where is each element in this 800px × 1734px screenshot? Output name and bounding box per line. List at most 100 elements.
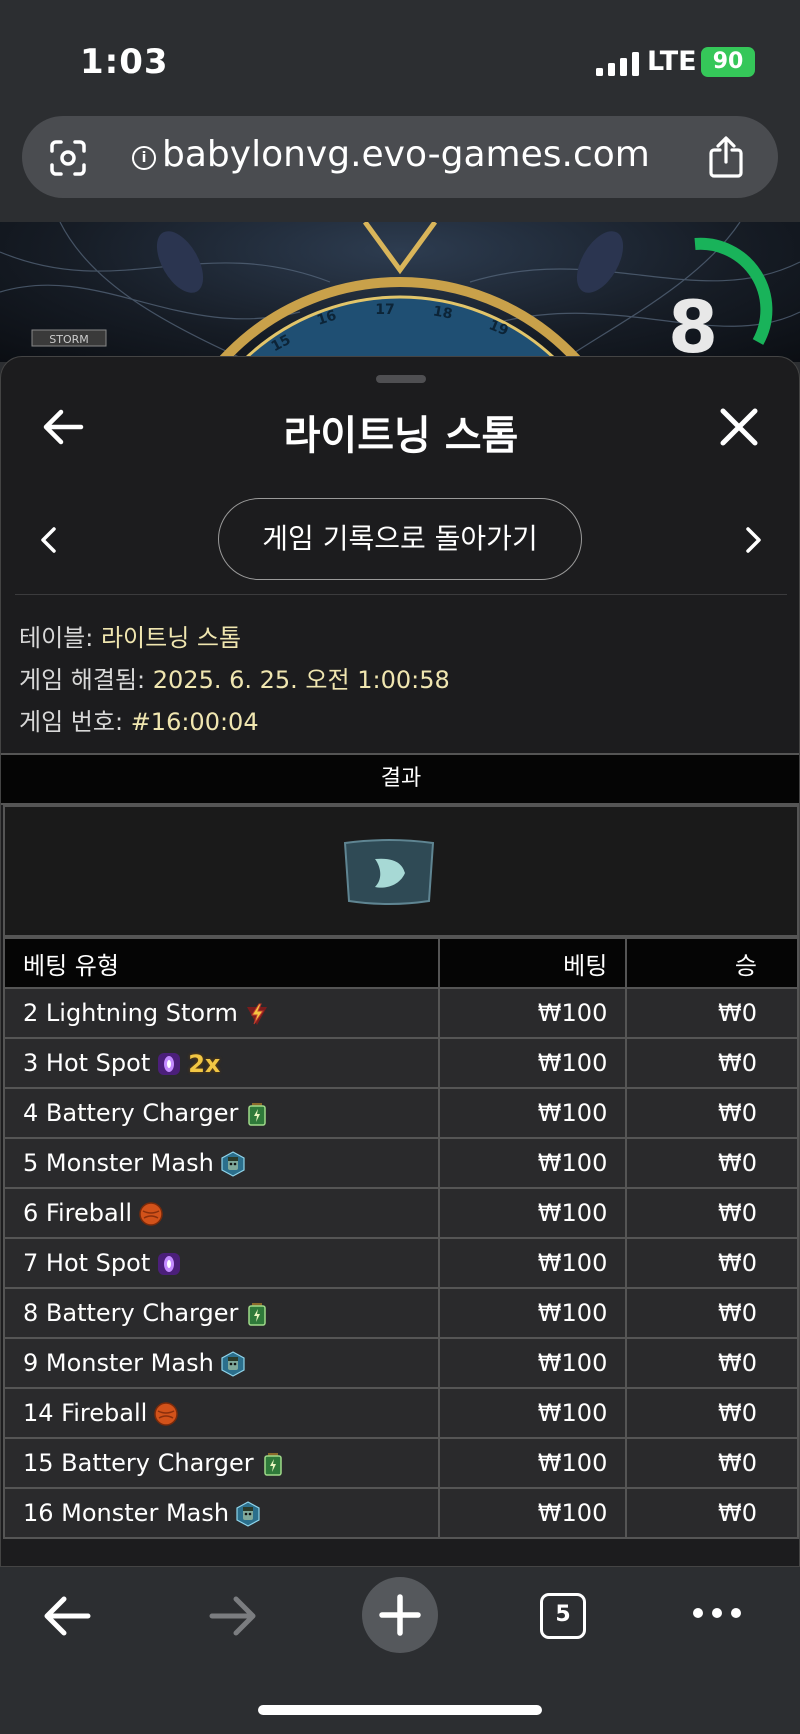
signal-icon bbox=[596, 52, 639, 76]
monster-icon bbox=[221, 1351, 245, 1377]
address-bar[interactable]: i babylonvg.evo-games.com bbox=[22, 116, 778, 198]
table-row: 6 Fireball ₩100 ₩0 bbox=[3, 1187, 799, 1239]
column-bet: 베팅 bbox=[437, 937, 628, 989]
game-history-sheet: 라이트닝 스톰 게임 기록으로 돌아가기 테이블: 라이트닝 스톰 게임 해결됨… bbox=[0, 356, 800, 1576]
bet-amount: ₩100 bbox=[437, 1487, 628, 1539]
bet-type: 3 Hot Spot bbox=[23, 1048, 151, 1077]
bet-amount: ₩100 bbox=[437, 1137, 628, 1189]
svg-text:18: 18 bbox=[432, 303, 454, 322]
bets-table: 베팅 유형 베팅 승 2 Lightning Storm ₩100 ₩0 3 H… bbox=[3, 937, 799, 1539]
svg-text:17: 17 bbox=[375, 302, 394, 318]
bet-type: 7 Hot Spot bbox=[23, 1249, 151, 1277]
win-amount: ₩0 bbox=[625, 1437, 799, 1489]
back-to-history-button[interactable]: 게임 기록으로 돌아가기 bbox=[218, 498, 582, 580]
battery-icon bbox=[248, 1103, 267, 1126]
sheet-drag-handle[interactable] bbox=[376, 375, 426, 383]
win-amount: ₩0 bbox=[625, 1287, 799, 1339]
resolved-value: 2025. 6. 25. 오전 1:00:58 bbox=[152, 666, 450, 694]
bet-amount: ₩100 bbox=[437, 1387, 628, 1439]
win-amount: ₩0 bbox=[625, 1187, 799, 1239]
share-icon[interactable] bbox=[708, 136, 744, 178]
plus-icon bbox=[379, 1594, 421, 1636]
browser-toolbar: 5 bbox=[0, 1566, 800, 1734]
table-row: 9 Monster Mash ₩100 ₩0 bbox=[3, 1337, 799, 1389]
game-number-value: #16:00:04 bbox=[130, 708, 259, 736]
win-amount: ₩0 bbox=[625, 1237, 799, 1289]
win-amount: ₩0 bbox=[625, 1087, 799, 1139]
network-type: LTE bbox=[647, 46, 697, 77]
table-row: 7 Hot Spot ₩100 ₩0 bbox=[3, 1237, 799, 1289]
monster-icon bbox=[236, 1501, 260, 1527]
battery-icon bbox=[263, 1453, 282, 1476]
win-amount: ₩0 bbox=[625, 1137, 799, 1189]
camera-search-icon[interactable] bbox=[48, 138, 88, 178]
bet-type: 16 Monster Mash bbox=[23, 1499, 230, 1527]
win-amount: ₩0 bbox=[625, 1487, 799, 1539]
tab-switcher-button[interactable]: 5 bbox=[540, 1593, 586, 1639]
browser-forward-icon[interactable] bbox=[208, 1593, 258, 1639]
resolved-label: 게임 해결됨: bbox=[19, 666, 146, 694]
bet-amount: ₩100 bbox=[437, 1437, 628, 1489]
close-icon[interactable] bbox=[717, 405, 761, 449]
site-info-icon[interactable]: i bbox=[132, 146, 156, 170]
status-time: 1:03 bbox=[80, 42, 169, 82]
bet-amount: ₩100 bbox=[437, 1037, 628, 1089]
result-symbol-icon bbox=[343, 839, 435, 905]
bet-type: 5 Monster Mash bbox=[23, 1149, 214, 1177]
table-label: 테이블: bbox=[19, 624, 94, 652]
home-indicator[interactable] bbox=[258, 1705, 542, 1715]
table-row: 15 Battery Charger ₩100 ₩0 bbox=[3, 1437, 799, 1489]
sheet-title: 라이트닝 스톰 bbox=[283, 413, 519, 459]
win-amount: ₩0 bbox=[625, 987, 799, 1039]
bets-table-header: 베팅 유형 베팅 승 bbox=[3, 937, 799, 989]
result-cell bbox=[3, 805, 799, 937]
table-row: 8 Battery Charger ₩100 ₩0 bbox=[3, 1287, 799, 1339]
table-value: 라이트닝 스톰 bbox=[100, 624, 242, 652]
bet-amount: ₩100 bbox=[437, 1237, 628, 1289]
column-win: 승 bbox=[625, 937, 799, 989]
bet-amount: ₩100 bbox=[437, 1287, 628, 1339]
browser-back-icon[interactable] bbox=[42, 1593, 92, 1639]
table-row: 3 Hot Spot 2x ₩100 ₩0 bbox=[3, 1037, 799, 1089]
bet-type: 8 Battery Charger bbox=[23, 1299, 239, 1327]
bet-amount: ₩100 bbox=[437, 1337, 628, 1389]
new-tab-button[interactable] bbox=[362, 1577, 438, 1653]
hot-spot-icon bbox=[158, 1052, 181, 1075]
multiplier-badge: 2x bbox=[188, 1049, 221, 1078]
round-timer: 8 bbox=[668, 285, 719, 369]
table-row: 14 Fireball ₩100 ₩0 bbox=[3, 1387, 799, 1439]
bet-type: 14 Fireball bbox=[23, 1399, 148, 1427]
table-row: 2 Lightning Storm ₩100 ₩0 bbox=[3, 987, 799, 1039]
url-text[interactable]: babylonvg.evo-games.com bbox=[162, 134, 650, 175]
lightning-icon bbox=[246, 1003, 267, 1025]
win-amount: ₩0 bbox=[625, 1337, 799, 1389]
previous-game-chevron-icon[interactable] bbox=[37, 525, 61, 555]
bet-type: 6 Fireball bbox=[23, 1199, 133, 1227]
resolved-info: 게임 해결됨: 2025. 6. 25. 오전 1:00:58 bbox=[19, 660, 450, 695]
hot-spot-icon bbox=[158, 1253, 181, 1275]
column-bet-type: 베팅 유형 bbox=[3, 937, 440, 989]
win-amount: ₩0 bbox=[625, 1037, 799, 1089]
table-row: 4 Battery Charger ₩100 ₩0 bbox=[3, 1087, 799, 1139]
bet-type: 15 Battery Charger bbox=[23, 1449, 254, 1477]
bet-amount: ₩100 bbox=[437, 987, 628, 1039]
more-options-icon[interactable] bbox=[692, 1603, 742, 1623]
table-row: 5 Monster Mash ₩100 ₩0 bbox=[3, 1137, 799, 1189]
win-amount: ₩0 bbox=[625, 1387, 799, 1439]
game-number-label: 게임 번호: bbox=[19, 708, 124, 736]
svg-text:STORM: STORM bbox=[49, 333, 89, 346]
fireball-icon bbox=[154, 1402, 179, 1426]
battery-icon bbox=[248, 1303, 267, 1326]
battery-indicator: 90 bbox=[701, 47, 755, 77]
next-game-chevron-icon[interactable] bbox=[741, 525, 765, 555]
divider bbox=[15, 594, 787, 595]
result-header: 결과 bbox=[1, 753, 799, 805]
game-number-info: 게임 번호: #16:00:04 bbox=[19, 702, 259, 737]
bet-amount: ₩100 bbox=[437, 1087, 628, 1139]
bet-amount: ₩100 bbox=[437, 1187, 628, 1239]
monster-icon bbox=[221, 1151, 245, 1177]
table-row: 16 Monster Mash ₩100 ₩0 bbox=[3, 1487, 799, 1539]
status-bar: 1:03 LTE 90 bbox=[0, 0, 800, 118]
table-info: 테이블: 라이트닝 스톰 bbox=[19, 618, 241, 653]
fireball-icon bbox=[139, 1202, 163, 1226]
